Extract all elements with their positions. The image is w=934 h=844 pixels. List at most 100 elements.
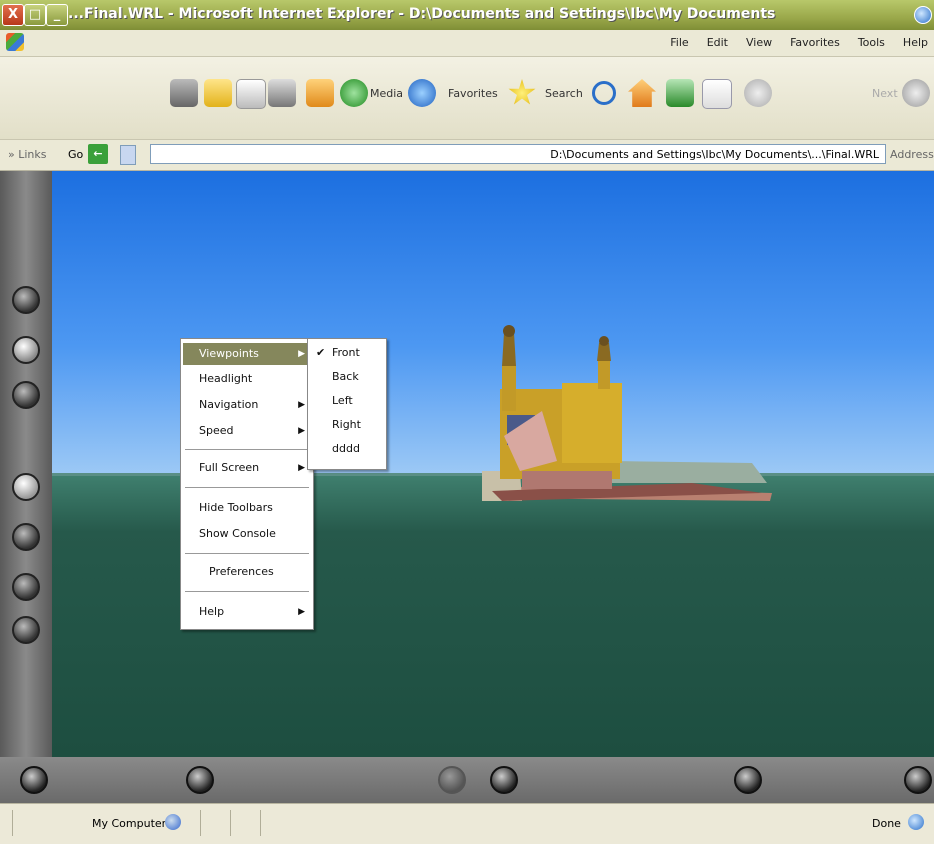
straighten-icon[interactable] — [186, 766, 214, 794]
address-input[interactable]: D:\Documents and Settings\Ibc\My Documen… — [150, 144, 886, 164]
fit-icon[interactable] — [904, 766, 932, 794]
menu-separator — [185, 553, 309, 554]
menu-item-label: Viewpoints — [199, 347, 259, 360]
viewpoint-label: Left — [332, 394, 353, 407]
viewpoints-submenu: ✔ Front Back Left Right dddd — [307, 338, 387, 470]
title-bar: X □ _ ...Final.WRL - Microsoft Internet … — [0, 0, 934, 30]
history-icon[interactable] — [340, 79, 368, 107]
submenu-arrow-icon: ▶ — [298, 463, 305, 473]
forward-icon[interactable] — [744, 79, 772, 107]
menu-item-label: Hide Toolbars — [199, 501, 273, 514]
menu-bar: Help Tools Favorites View Edit File — [0, 30, 934, 57]
menu-item-navigation[interactable]: Navigation ▶ — [183, 394, 311, 416]
submenu-arrow-icon: ▶ — [298, 349, 305, 359]
status-bar: My Computer Done — [0, 803, 934, 844]
viewpoint-dddd[interactable]: dddd — [310, 439, 384, 459]
menu-item-label: Navigation — [199, 398, 259, 411]
ie-status-icon — [908, 814, 924, 830]
address-label: Address — [890, 148, 934, 161]
fly-control-icon[interactable] — [12, 336, 40, 364]
menu-edit[interactable]: Edit — [707, 36, 728, 49]
menu-item-label: Speed — [199, 424, 234, 437]
ie-icon — [914, 6, 932, 24]
menu-view[interactable]: View — [746, 36, 772, 49]
context-menu: Viewpoints ▶ Headlight Navigation ▶ Spee… — [180, 338, 314, 630]
mail-icon[interactable] — [306, 79, 334, 107]
home-icon[interactable] — [628, 79, 656, 107]
menu-separator — [185, 591, 309, 592]
menu-separator — [185, 487, 309, 488]
next-label[interactable]: Next — [872, 87, 898, 100]
vrml-navigation-bar — [0, 757, 934, 803]
stop-icon[interactable] — [702, 79, 732, 109]
refresh-icon[interactable] — [666, 79, 694, 107]
submenu-arrow-icon: ▶ — [298, 426, 305, 436]
check-icon: ✔ — [316, 346, 326, 359]
favorites-star-icon[interactable] — [508, 79, 536, 105]
menu-item-preferences[interactable]: Preferences — [183, 561, 311, 583]
examine-control-icon[interactable] — [12, 381, 40, 409]
menu-item-label: Headlight — [199, 372, 253, 385]
menu-item-hide-toolbars[interactable]: Hide Toolbars — [183, 497, 311, 519]
menu-item-label: Preferences — [209, 565, 274, 578]
previous-viewpoint-icon[interactable] — [438, 766, 466, 794]
search-label[interactable]: Search — [545, 87, 583, 100]
menu-favorites[interactable]: Favorites — [790, 36, 840, 49]
windows-logo-icon — [6, 33, 24, 51]
back-icon[interactable] — [902, 79, 930, 107]
viewpoint-left[interactable]: Left — [310, 391, 384, 411]
roll-control-icon[interactable] — [12, 573, 40, 601]
address-bar: » Links Go ← D:\Documents and Settings\I… — [0, 140, 934, 171]
go-arrow-icon[interactable]: ← — [88, 144, 108, 164]
viewpoint-label: Back — [332, 370, 359, 383]
close-button[interactable]: X — [2, 4, 24, 26]
vrml-side-controls — [0, 171, 52, 757]
restore-icon[interactable] — [734, 766, 762, 794]
menu-item-label: Show Console — [199, 527, 276, 540]
viewpoint-back[interactable]: Back — [310, 367, 384, 387]
menu-file[interactable]: File — [670, 36, 688, 49]
links-button[interactable]: » Links — [8, 148, 46, 161]
menu-item-label: Help — [199, 605, 225, 618]
maximize-button[interactable]: □ — [24, 4, 46, 26]
media-label[interactable]: Media — [370, 87, 403, 100]
goto-control-icon[interactable] — [12, 616, 40, 644]
go-label[interactable]: Go — [68, 148, 83, 161]
pan-control-icon[interactable] — [12, 473, 40, 501]
status-zone: My Computer — [92, 817, 167, 830]
menu-item-label: Full Screen — [199, 461, 260, 474]
next-viewpoint-icon[interactable] — [490, 766, 518, 794]
address-dropdown-button[interactable] — [120, 145, 136, 165]
menu-help[interactable]: Help — [903, 36, 928, 49]
folder-icon[interactable] — [204, 79, 232, 107]
menu-item-headlight[interactable]: Headlight — [183, 368, 311, 390]
window-title: ...Final.WRL - Microsoft Internet Explor… — [68, 6, 776, 22]
viewpoint-right[interactable]: Right — [310, 415, 384, 435]
minimize-button[interactable]: _ — [46, 4, 68, 26]
menu-item-viewpoints[interactable]: Viewpoints ▶ — [183, 343, 311, 365]
messenger-icon[interactable] — [170, 79, 198, 107]
viewpoint-front[interactable]: ✔ Front — [310, 343, 384, 363]
my-computer-icon — [165, 814, 181, 830]
turn-control-icon[interactable] — [12, 523, 40, 551]
menu-separator — [185, 449, 309, 450]
viewpoint-label: Front — [332, 346, 360, 359]
menu-item-show-console[interactable]: Show Console — [183, 523, 311, 545]
viewpoint-label: dddd — [332, 442, 360, 455]
menu-tools[interactable]: Tools — [858, 36, 885, 49]
search-icon[interactable] — [592, 81, 616, 105]
submenu-arrow-icon: ▶ — [298, 400, 305, 410]
status-done: Done — [872, 817, 901, 830]
menu-item-full-screen[interactable]: Full Screen ▶ — [183, 457, 311, 479]
media-icon[interactable] — [408, 79, 436, 107]
toolbar: Media Favorites Search Next — [0, 57, 934, 140]
menu-item-speed[interactable]: Speed ▶ — [183, 420, 311, 442]
viewpoint-label: Right — [332, 418, 361, 431]
edit-icon[interactable] — [236, 79, 266, 109]
print-icon[interactable] — [268, 79, 296, 107]
viewpoint-list-icon[interactable] — [20, 766, 48, 794]
walk-control-icon[interactable] — [12, 286, 40, 314]
submenu-arrow-icon: ▶ — [298, 607, 305, 617]
favorites-label[interactable]: Favorites — [448, 87, 498, 100]
menu-item-help[interactable]: Help ▶ — [183, 601, 311, 623]
